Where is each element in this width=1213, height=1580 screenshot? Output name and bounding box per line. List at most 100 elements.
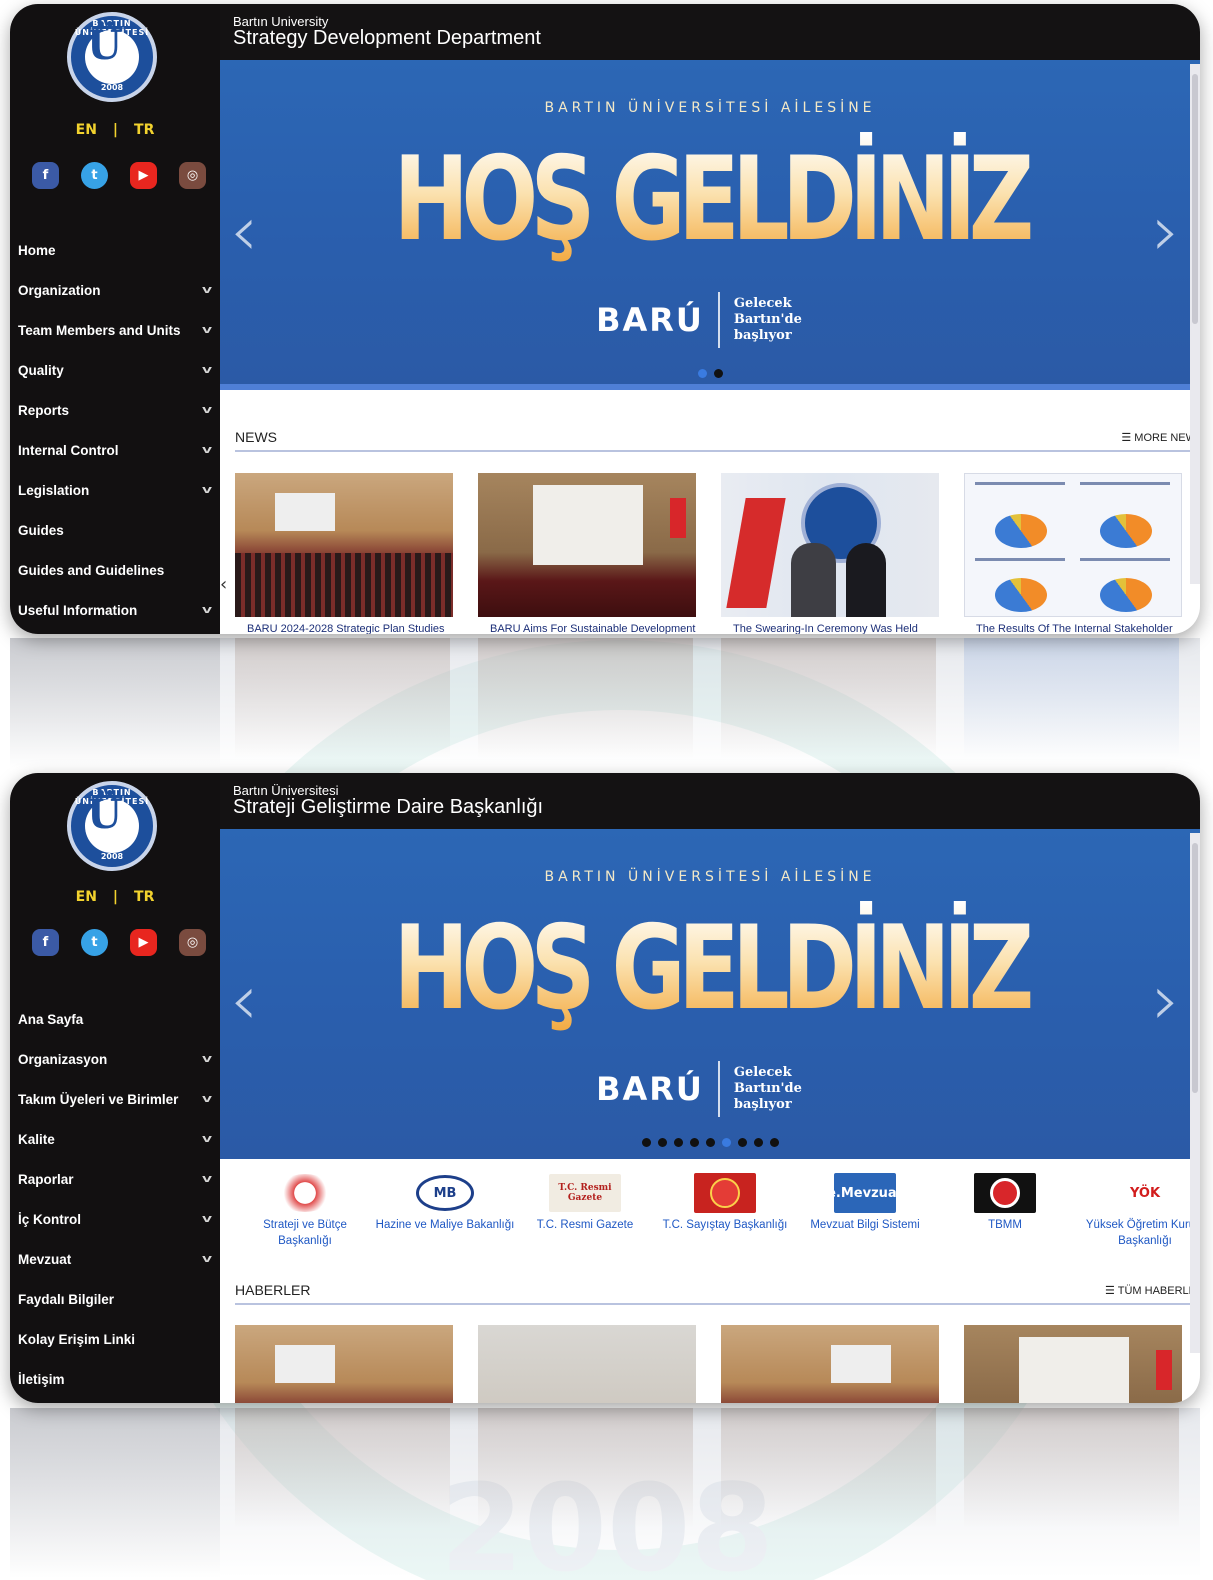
page-scrollbar[interactable]	[1190, 64, 1200, 584]
lang-tr-link[interactable]: TR	[134, 889, 154, 905]
slider-next-icon[interactable]: ›	[1152, 190, 1180, 272]
sidebar-item-kolay-erisim-linki[interactable]: Kolay Erişim Linki	[10, 1319, 220, 1359]
slider-prev-icon[interactable]: ‹	[230, 190, 258, 272]
twitter-icon[interactable]: t	[81, 929, 108, 956]
quick-link-label[interactable]: T.C. Resmi Gazete	[515, 1217, 655, 1233]
quick-link-hazine-ve-maliye-bakanl-g[interactable]: MB Hazine ve Maliye Bakanlığı	[375, 1173, 515, 1249]
university-logo[interactable]: BARTIN ÜNİVERSİTESİ Ü 2008	[67, 781, 157, 871]
logo-mark-icon: Ü	[87, 22, 122, 69]
sidebar-collapse-icon[interactable]: ‹	[220, 574, 236, 604]
slider-dot[interactable]	[697, 369, 707, 378]
sidebar-item-organization[interactable]: Organization v	[10, 270, 220, 310]
slider-dot[interactable]	[769, 1138, 779, 1147]
news-card[interactable]	[478, 1325, 696, 1403]
slider-subtitle: BARTIN ÜNİVERSİTESİ AİLESİNE	[544, 100, 876, 116]
panel-reflection	[10, 1408, 1200, 1578]
news-card[interactable]	[235, 1325, 453, 1403]
resmi-gazete-icon: T.C. Resmi Gazete	[515, 1173, 655, 1213]
quick-link-badge: YÖK	[1115, 1175, 1175, 1211]
lang-en-link[interactable]: EN	[76, 122, 97, 138]
sidebar-item-label: Mevzuat	[18, 1251, 72, 1267]
youtube-icon[interactable]: ▶	[130, 162, 157, 189]
sidebar-item-quality[interactable]: Quality v	[10, 350, 220, 390]
slider-dot[interactable]	[721, 1138, 731, 1147]
chevron-down-icon: v	[202, 1093, 212, 1105]
sidebar: BARTIN ÜNİVERSİTESİ Ü 2008 EN | TR f t ▶ ◎…	[10, 4, 220, 634]
quick-link-label[interactable]: Strateji ve Bütçe Başkanlığı	[235, 1217, 375, 1249]
sidebar-item-tak-m-uyeleri-ve-birimler[interactable]: Takım Üyeleri ve Birimler v	[10, 1079, 220, 1119]
news-image	[478, 1325, 696, 1403]
slider-dot[interactable]	[737, 1138, 747, 1147]
news-card[interactable]: The Swearing-In Ceremony Was Held	[721, 473, 939, 634]
sidebar-item-reports[interactable]: Reports v	[10, 390, 220, 430]
slider-dot[interactable]	[713, 369, 723, 378]
slider-dot[interactable]	[705, 1138, 715, 1147]
quick-link-label[interactable]: Mevzuat Bilgi Sistemi	[795, 1217, 935, 1233]
sidebar-item-guides[interactable]: Guides	[10, 510, 220, 550]
news-card[interactable]	[964, 1325, 1182, 1403]
news-caption[interactable]: BARU 2024-2028 Strategic Plan Studies	[235, 617, 453, 634]
lang-tr-link[interactable]: TR	[134, 122, 154, 138]
news-card[interactable]	[721, 1325, 939, 1403]
slider-dot[interactable]	[657, 1138, 667, 1147]
more-news-link[interactable]: ☰ MORE NEW	[1121, 431, 1200, 444]
slider-dot[interactable]	[753, 1138, 763, 1147]
slider-dot[interactable]	[689, 1138, 699, 1147]
quick-link-label[interactable]: TBMM	[935, 1217, 1075, 1233]
quick-link-mevzuat-bilgi-sistemi[interactable]: e.Mevzuat Mevzuat Bilgi Sistemi	[795, 1173, 935, 1249]
sidebar-item-label: Quality	[18, 362, 64, 378]
facebook-icon[interactable]: f	[32, 929, 59, 956]
more-news-link[interactable]: ☰ TÜM HABERLE	[1105, 1284, 1200, 1297]
sidebar-item-team-members-and-units[interactable]: Team Members and Units v	[10, 310, 220, 350]
slider-dot[interactable]	[641, 1138, 651, 1147]
sidebar-item-iletisim[interactable]: İletişim	[10, 1359, 220, 1399]
instagram-icon[interactable]: ◎	[179, 929, 206, 956]
sidebar-item-internal-control[interactable]: Internal Control v	[10, 430, 220, 470]
quick-link-label[interactable]: Yüksek Öğretim Kurulu Başkanlığı	[1075, 1217, 1200, 1249]
sidebar-item-ic-kontrol[interactable]: İç Kontrol v	[10, 1199, 220, 1239]
slider-dot[interactable]	[673, 1138, 683, 1147]
facebook-icon[interactable]: f	[32, 162, 59, 189]
sidebar-item-guides-and-guidelines[interactable]: Guides and Guidelines	[10, 550, 220, 590]
quick-link-label[interactable]: T.C. Sayıştay Başkanlığı	[655, 1217, 795, 1233]
quick-link-t-c-resmi-gazete[interactable]: T.C. Resmi Gazete T.C. Resmi Gazete	[515, 1173, 655, 1249]
quick-link-strateji-ve-butce-baskanl-g[interactable]: Strateji ve Bütçe Başkanlığı	[235, 1173, 375, 1249]
sidebar-item-label: Takım Üyeleri ve Birimler	[18, 1091, 179, 1107]
quick-link-tbmm[interactable]: TBMM	[935, 1173, 1075, 1249]
slider-prev-icon[interactable]: ‹	[230, 959, 258, 1041]
news-caption[interactable]: BARU Aims For Sustainable Development	[478, 617, 696, 634]
quick-link-t-c-say-stay-baskanl-g[interactable]: T.C. Sayıştay Başkanlığı	[655, 1173, 795, 1249]
lang-en-link[interactable]: EN	[76, 889, 97, 905]
mevzuat-icon: e.Mevzuat	[795, 1173, 935, 1213]
sidebar-item-ana-sayfa[interactable]: Ana Sayfa	[10, 999, 220, 1039]
quick-link-yuksek-ogretim-kurulu-baskanl-g[interactable]: YÖK Yüksek Öğretim Kurulu Başkanlığı	[1075, 1173, 1200, 1249]
news-card[interactable]: The Results Of The Internal Stakeholder	[964, 473, 1182, 634]
chevron-down-icon: v	[202, 1173, 212, 1185]
sidebar-item-kalite[interactable]: Kalite v	[10, 1119, 220, 1159]
news-card[interactable]: BARU Aims For Sustainable Development	[478, 473, 696, 634]
slider-subtitle: BARTIN ÜNİVERSİTESİ AİLESİNE	[544, 869, 876, 885]
sidebar-item-faydal-bilgiler[interactable]: Faydalı Bilgiler	[10, 1279, 220, 1319]
sidebar-item-mevzuat[interactable]: Mevzuat v	[10, 1239, 220, 1279]
panel-reflection	[10, 638, 1200, 768]
sidebar-item-raporlar[interactable]: Raporlar v	[10, 1159, 220, 1199]
sidebar-item-label: Legislation	[18, 482, 90, 498]
quick-links: Strateji ve Bütçe Başkanlığı MB Hazine ve …	[235, 1173, 1200, 1249]
news-image	[721, 1325, 939, 1403]
twitter-icon[interactable]: t	[81, 162, 108, 189]
sidebar-item-home[interactable]: Home	[10, 230, 220, 270]
quick-link-label[interactable]: Hazine ve Maliye Bakanlığı	[375, 1217, 515, 1233]
page-scrollbar[interactable]	[1190, 833, 1200, 1353]
slider-next-icon[interactable]: ›	[1152, 959, 1180, 1041]
sidebar-item-legislation[interactable]: Legislation v	[10, 470, 220, 510]
university-logo[interactable]: BARTIN ÜNİVERSİTESİ Ü 2008	[67, 12, 157, 102]
news-image	[964, 473, 1182, 617]
news-caption[interactable]: The Swearing-In Ceremony Was Held	[721, 617, 939, 634]
sidebar-item-useful-information[interactable]: Useful Information v	[10, 590, 220, 630]
youtube-icon[interactable]: ▶	[130, 929, 157, 956]
news-card[interactable]: BARU 2024-2028 Strategic Plan Studies	[235, 473, 453, 634]
sidebar-item-organizasyon[interactable]: Organizasyon v	[10, 1039, 220, 1079]
news-caption[interactable]: The Results Of The Internal Stakeholder	[964, 617, 1182, 634]
instagram-icon[interactable]: ◎	[179, 162, 206, 189]
chevron-down-icon: v	[202, 1053, 212, 1065]
